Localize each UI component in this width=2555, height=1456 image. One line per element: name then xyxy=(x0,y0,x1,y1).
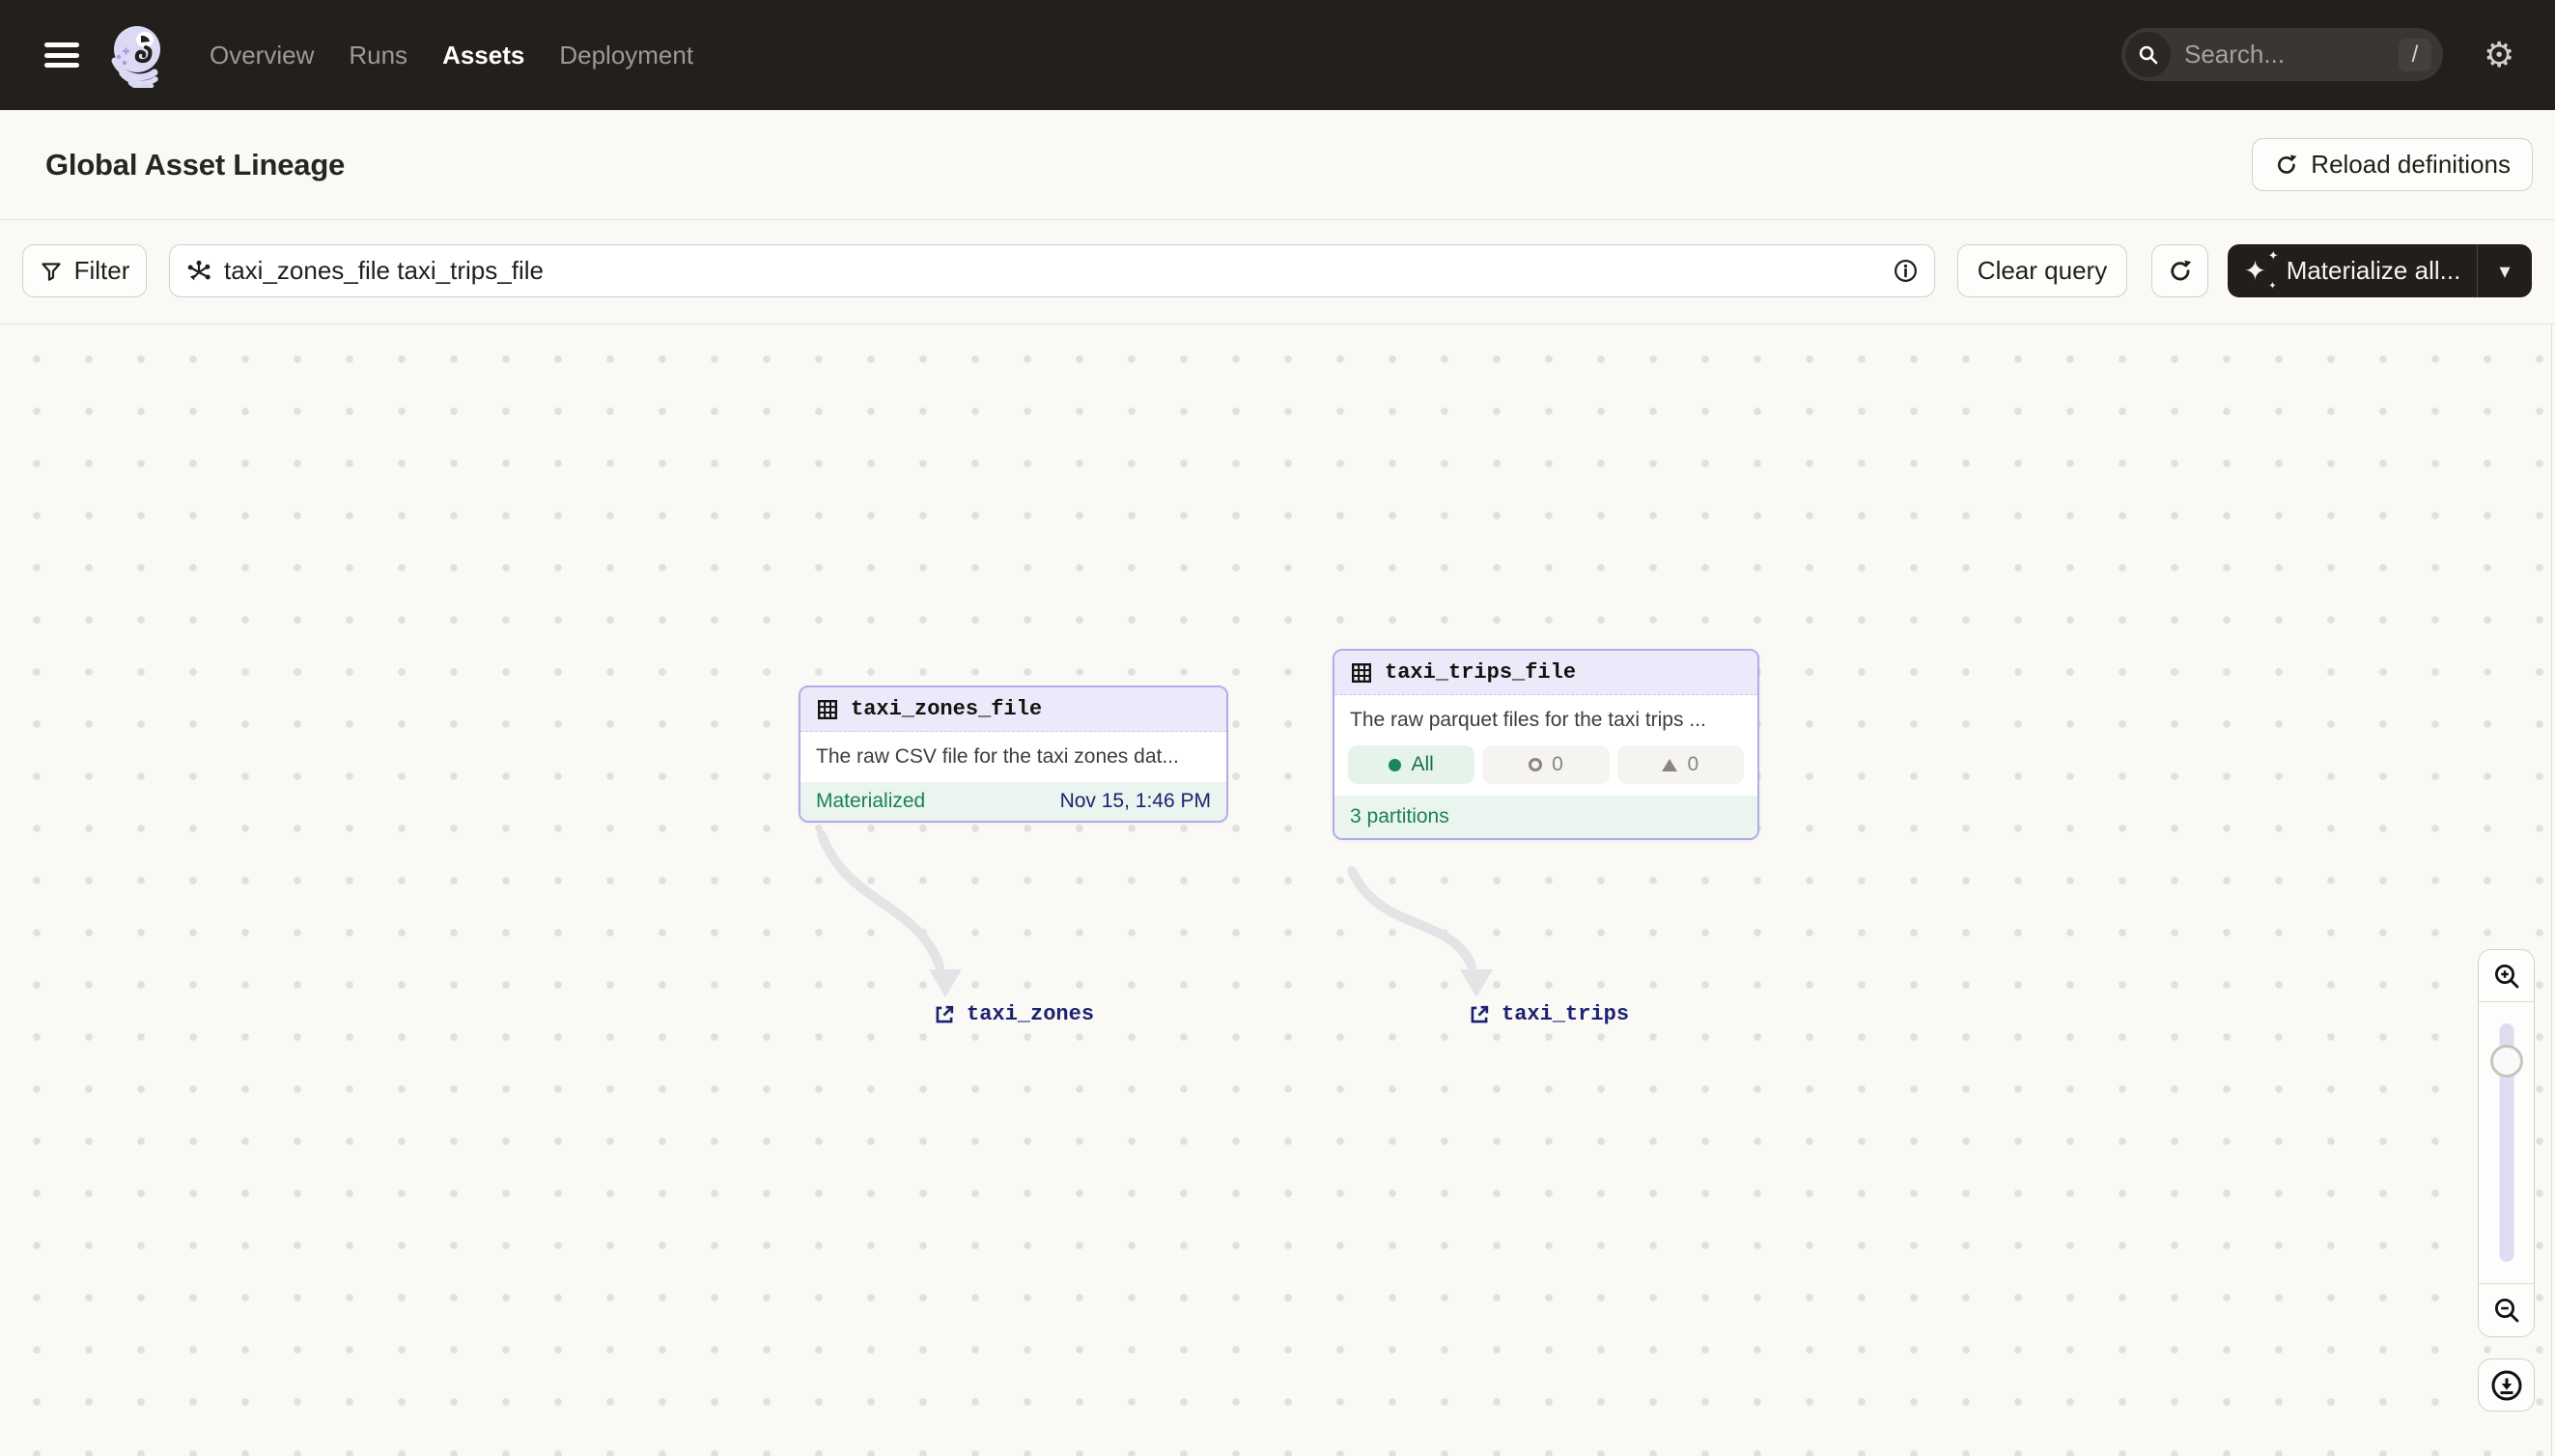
asset-node-taxi-zones-file[interactable]: taxi_zones_file The raw CSV file for the… xyxy=(799,686,1228,823)
nav-links: Overview Runs Assets Deployment xyxy=(210,0,693,110)
lineage-graph-canvas[interactable]: taxi_zones_file The raw CSV file for the… xyxy=(0,324,2555,1456)
search-input[interactable] xyxy=(2171,40,2399,70)
global-asset-lineage-page: Overview Runs Assets Deployment / ⚙ Glob… xyxy=(0,0,2555,1456)
graph-selection-icon xyxy=(187,260,211,280)
asset-node-header: taxi_zones_file xyxy=(800,687,1226,732)
nav-item-overview[interactable]: Overview xyxy=(210,41,314,70)
partitions-materialized-badge: All xyxy=(1348,745,1475,784)
zoom-controls xyxy=(2478,949,2535,1337)
failed-ring-icon xyxy=(1529,758,1543,771)
status-timestamp: Nov 15, 1:46 PM xyxy=(1059,790,1211,812)
materialized-dot-icon xyxy=(1389,758,1402,771)
lineage-edges xyxy=(817,830,1493,997)
asset-status-footer: 3 partitions xyxy=(1334,796,1757,838)
external-asset-link-taxi-zones[interactable]: taxi_zones xyxy=(933,1002,1094,1026)
dagster-logo-icon[interactable] xyxy=(102,22,168,88)
page-header: Global Asset Lineage Reload definitions xyxy=(0,110,2555,220)
stale-triangle-icon xyxy=(1662,758,1678,771)
partition-health-badges: All 0 0 xyxy=(1348,745,1744,784)
sparkles-icon: ✦ ✦ ✦ xyxy=(2243,247,2279,292)
table-icon xyxy=(1352,662,1372,683)
clear-query-button[interactable]: Clear query xyxy=(1957,244,2127,297)
search-shortcut-badge: / xyxy=(2399,38,2431,71)
download-graph-button[interactable] xyxy=(2478,1358,2535,1412)
status-label: Materialized xyxy=(816,790,926,812)
partitions-failed-badge: 0 xyxy=(1482,745,1610,784)
partitions-count: 3 partitions xyxy=(1350,805,1449,827)
asset-selection-input[interactable] xyxy=(212,256,1893,286)
reload-icon xyxy=(2278,154,2297,174)
download-icon xyxy=(2491,1370,2521,1400)
asset-description: The raw parquet files for the taxi trips… xyxy=(1350,709,1706,731)
canvas-edge-line xyxy=(2551,324,2552,1456)
chevron-down-icon: ▾ xyxy=(2499,258,2511,283)
zoom-in-icon xyxy=(2494,964,2518,988)
zoom-out-button[interactable] xyxy=(2479,1283,2534,1336)
asset-name: taxi_zones_file xyxy=(851,697,1043,721)
asset-name: taxi_trips_file xyxy=(1385,660,1577,685)
external-link-icon xyxy=(936,1005,954,1022)
partitions-stale-badge: 0 xyxy=(1616,745,1744,784)
page-title: Global Asset Lineage xyxy=(45,147,346,182)
asset-status-footer: Materialized Nov 15, 1:46 PM xyxy=(800,782,1226,821)
reload-definitions-button[interactable]: Reload definitions xyxy=(2252,138,2533,191)
zoom-slider[interactable] xyxy=(2479,1002,2534,1283)
filter-button[interactable]: Filter xyxy=(22,244,147,297)
nav-item-assets[interactable]: Assets xyxy=(442,41,524,70)
nav-item-runs[interactable]: Runs xyxy=(349,41,407,70)
nav-item-deployment[interactable]: Deployment xyxy=(559,41,693,70)
external-link-icon xyxy=(1471,1005,1489,1022)
materialize-all-button[interactable]: ✦ ✦ ✦ Materialize all... ▾ xyxy=(2228,244,2532,297)
materialize-all-main[interactable]: ✦ ✦ ✦ Materialize all... xyxy=(2228,244,2477,297)
external-asset-link-taxi-trips[interactable]: taxi_trips xyxy=(1468,1002,1629,1026)
refresh-graph-button[interactable] xyxy=(2151,244,2208,297)
search-icon xyxy=(2125,32,2171,77)
zoom-slider-handle[interactable] xyxy=(2489,1045,2523,1078)
zoom-in-button[interactable] xyxy=(2479,950,2534,1002)
table-icon xyxy=(818,699,838,719)
funnel-icon xyxy=(42,262,61,281)
asset-node-taxi-trips-file[interactable]: taxi_trips_file The raw parquet files fo… xyxy=(1333,649,1759,840)
zoom-out-icon xyxy=(2494,1298,2518,1323)
refresh-icon xyxy=(2170,260,2191,280)
global-search[interactable]: / xyxy=(2121,28,2443,81)
hamburger-menu-icon[interactable] xyxy=(44,42,79,68)
asset-selection-input-box[interactable] xyxy=(169,244,1935,297)
query-info-icon[interactable] xyxy=(1893,258,1919,284)
settings-gear-icon[interactable]: ⚙ xyxy=(2484,33,2514,77)
lineage-toolbar: Filter taxi_zones_file taxi_trips_file C… xyxy=(0,220,2555,324)
materialize-dropdown-caret[interactable]: ▾ xyxy=(2478,244,2532,297)
top-nav: Overview Runs Assets Deployment / ⚙ xyxy=(0,0,2555,110)
asset-description: The raw CSV file for the taxi zones dat.… xyxy=(816,745,1179,768)
asset-node-header: taxi_trips_file xyxy=(1334,651,1757,695)
